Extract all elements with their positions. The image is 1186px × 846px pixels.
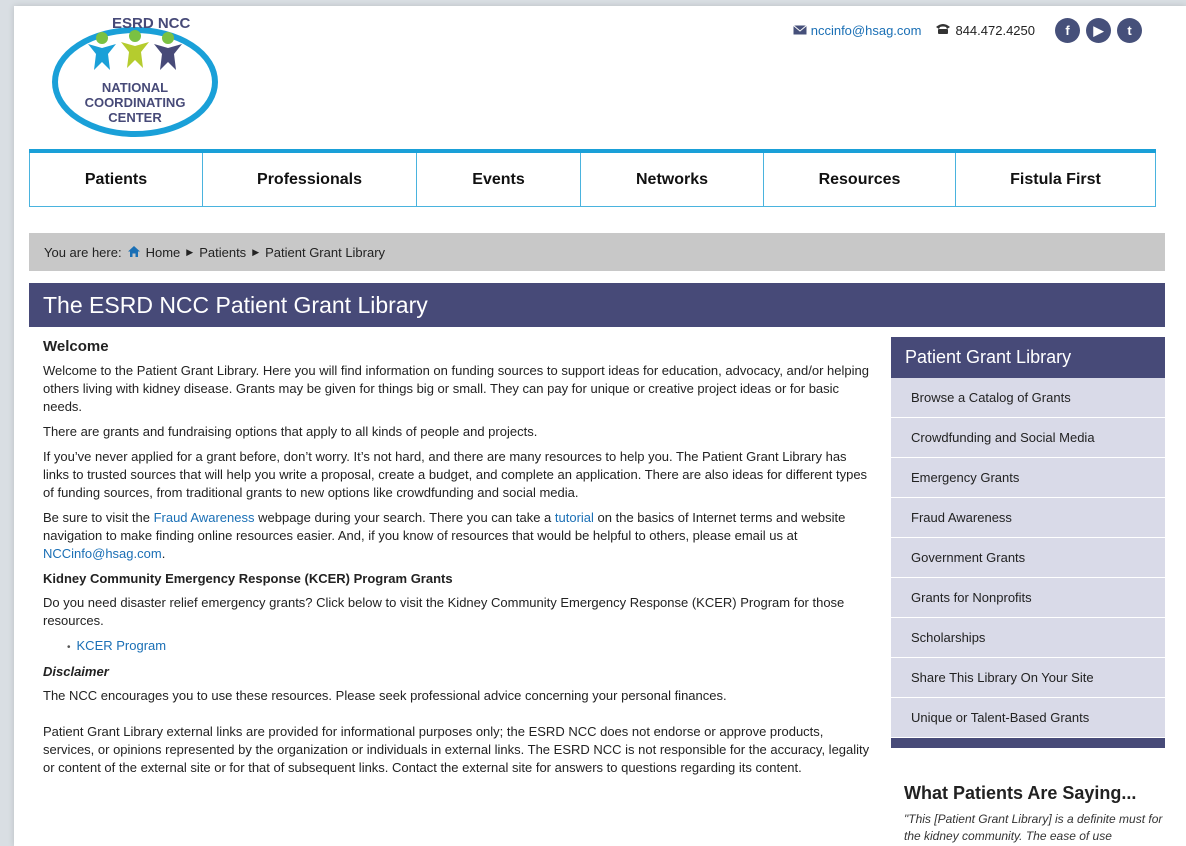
nav-resources[interactable]: Resources <box>763 153 955 207</box>
nav-professionals[interactable]: Professionals <box>202 153 416 207</box>
svg-text:CENTER: CENTER <box>108 110 162 125</box>
fraud-paragraph: Be sure to visit the Fraud Awareness web… <box>43 509 873 563</box>
kcer-program-link[interactable]: KCER Program <box>77 638 167 653</box>
disclaimer-paragraph-1: The NCC encourages you to use these reso… <box>43 688 727 703</box>
sidebar-item-fraud-awareness[interactable]: Fraud Awareness <box>891 498 1165 538</box>
sidebar-item-scholarships[interactable]: Scholarships <box>891 618 1165 658</box>
sidebar-title: Patient Grant Library <box>891 337 1165 378</box>
kcer-heading: Kidney Community Emergency Response (KCE… <box>43 571 453 586</box>
sidebar-item-talent-grants[interactable]: Unique or Talent-Based Grants <box>891 698 1165 738</box>
email-contact[interactable]: nccinfo@hsag.com <box>792 23 922 38</box>
grants-paragraph: There are grants and fundraising options… <box>43 424 538 439</box>
sidebar-item-emergency-grants[interactable]: Emergency Grants <box>891 458 1165 498</box>
ncc-email-link[interactable]: NCCinfo@hsag.com <box>43 546 162 561</box>
home-icon <box>127 245 140 260</box>
header-contact: nccinfo@hsag.com 844.472.4250 f ▶ t <box>792 18 1142 43</box>
svg-text:COORDINATING: COORDINATING <box>85 95 186 110</box>
testimonial-title: What Patients Are Saying... <box>904 783 1137 803</box>
breadcrumb-current: Patient Grant Library <box>265 244 386 260</box>
breadcrumb-home[interactable]: Home <box>146 245 181 260</box>
breadcrumb-prefix: You are here: <box>44 244 122 260</box>
nav-networks[interactable]: Networks <box>580 153 763 207</box>
resources-paragraph: If you’ve never applied for a grant befo… <box>43 449 868 500</box>
kcer-paragraph: Do you need disaster relief emergency gr… <box>43 595 845 628</box>
svg-text:ESRD NCC: ESRD NCC <box>112 15 191 32</box>
intro-paragraph: Welcome to the Patient Grant Library. He… <box>43 363 869 414</box>
sidebar-item-share-library[interactable]: Share This Library On Your Site <box>891 658 1165 698</box>
fraud-awareness-link[interactable]: Fraud Awareness <box>154 510 255 525</box>
envelope-icon <box>792 23 807 38</box>
breadcrumb-arrow-icon: ▶ <box>186 246 194 257</box>
disclaimer-heading: Disclaimer <box>43 664 109 679</box>
twitter-icon[interactable]: t <box>1117 18 1142 43</box>
sidebar-item-browse-catalog[interactable]: Browse a Catalog of Grants <box>891 378 1165 418</box>
testimonial-quote: "This [Patient Grant Library] is a defin… <box>904 812 1163 843</box>
fraud-text: . <box>161 546 166 561</box>
page: ESRD NCC NATIONAL COORDINATING CENTER nc… <box>14 6 1186 846</box>
phone-contact: 844.472.4250 <box>935 23 1035 38</box>
people-icon <box>88 30 182 70</box>
tutorial-link[interactable]: tutorial <box>555 510 594 525</box>
main-nav: Patients Professionals Events Networks R… <box>29 149 1156 211</box>
sidebar-item-crowdfunding[interactable]: Crowdfunding and Social Media <box>891 418 1165 458</box>
sidebar-item-nonprofit-grants[interactable]: Grants for Nonprofits <box>891 578 1165 618</box>
page-title: The ESRD NCC Patient Grant Library <box>29 283 1165 327</box>
email-link[interactable]: nccinfo@hsag.com <box>811 23 922 38</box>
welcome-heading: Welcome <box>43 338 109 355</box>
fraud-text: Be sure to visit the <box>43 510 154 525</box>
nav-patients[interactable]: Patients <box>29 153 202 207</box>
nav-events[interactable]: Events <box>416 153 580 207</box>
phone-number: 844.472.4250 <box>955 23 1035 38</box>
sidebar-menu: Browse a Catalog of Grants Crowdfunding … <box>891 378 1165 738</box>
breadcrumb-patients[interactable]: Patients <box>199 245 246 260</box>
disclaimer-paragraph-2: Patient Grant Library external links are… <box>43 724 870 775</box>
sidebar-footer-bar <box>891 738 1165 748</box>
esrd-ncc-logo[interactable]: ESRD NCC NATIONAL COORDINATING CENTER <box>44 14 226 138</box>
svg-text:NATIONAL: NATIONAL <box>102 80 168 95</box>
main-content: Welcome Welcome to the Patient Grant Lib… <box>43 338 873 784</box>
social-links: f ▶ t <box>1055 18 1142 43</box>
fraud-text: webpage during your search. There you ca… <box>254 510 555 525</box>
list-item: KCER Program <box>67 637 873 657</box>
kcer-list: KCER Program <box>43 637 873 657</box>
breadcrumb: You are here: Home ▶ Patients ▶ Patient … <box>29 233 1165 271</box>
youtube-icon[interactable]: ▶ <box>1086 18 1111 43</box>
facebook-icon[interactable]: f <box>1055 18 1080 43</box>
sidebar: Patient Grant Library Browse a Catalog o… <box>891 337 1165 748</box>
sidebar-item-government-grants[interactable]: Government Grants <box>891 538 1165 578</box>
breadcrumb-arrow-icon: ▶ <box>252 246 260 257</box>
phone-icon <box>935 23 951 38</box>
nav-fistula-first[interactable]: Fistula First <box>955 153 1156 207</box>
